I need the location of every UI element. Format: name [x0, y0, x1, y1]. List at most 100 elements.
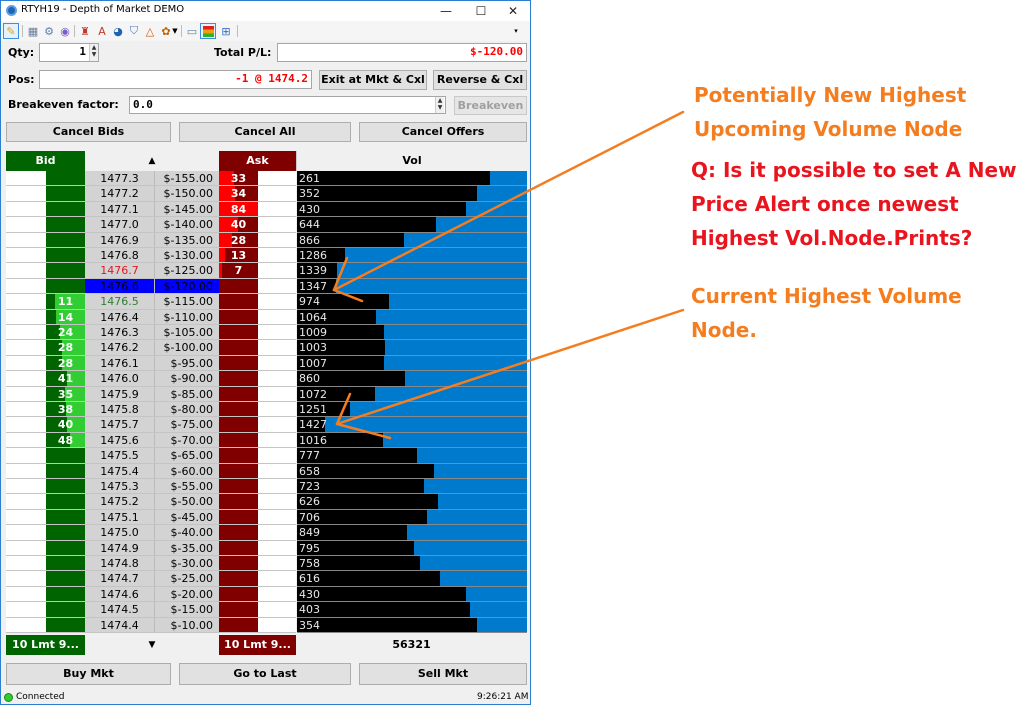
- my-ask-cell[interactable]: [258, 479, 296, 495]
- my-bid-cell[interactable]: [6, 479, 46, 495]
- my-ask-cell[interactable]: [258, 371, 296, 387]
- my-ask-cell[interactable]: [258, 540, 296, 556]
- ask-size-cell[interactable]: [219, 432, 258, 449]
- my-bid-cell[interactable]: [6, 586, 46, 603]
- my-ask-cell[interactable]: [258, 186, 296, 202]
- scroll-down-button[interactable]: ▼: [85, 635, 219, 655]
- ask-size-cell[interactable]: [219, 417, 258, 433]
- eye-icon[interactable]: ◉: [57, 23, 73, 39]
- my-bid-cell[interactable]: [6, 340, 46, 356]
- bid-size-cell[interactable]: [46, 171, 85, 187]
- my-bid-cell[interactable]: [6, 417, 46, 433]
- my-ask-cell[interactable]: [258, 217, 296, 233]
- my-ask-cell[interactable]: [258, 294, 296, 310]
- price-cell[interactable]: 1474.6: [85, 586, 155, 603]
- my-ask-cell[interactable]: [258, 494, 296, 510]
- bid-size-cell[interactable]: [46, 540, 85, 556]
- price-cell[interactable]: 1475.4: [85, 463, 155, 479]
- my-ask-cell[interactable]: [258, 525, 296, 541]
- price-cell[interactable]: 1474.4: [85, 617, 155, 633]
- ask-size-cell[interactable]: [219, 479, 258, 495]
- price-cell[interactable]: 1476.5: [85, 294, 155, 310]
- sell-mkt-button[interactable]: Sell Mkt: [359, 663, 527, 685]
- my-bid-cell[interactable]: [6, 494, 46, 510]
- price-cell[interactable]: 1477.3: [85, 171, 155, 187]
- triangle-icon[interactable]: △: [142, 23, 158, 39]
- bid-header[interactable]: Bid: [6, 151, 85, 171]
- bid-size-cell[interactable]: [46, 232, 85, 248]
- price-cell[interactable]: 1477.0: [85, 217, 155, 233]
- picture-icon[interactable]: ▭: [184, 23, 200, 39]
- price-cell[interactable]: 1475.1: [85, 509, 155, 526]
- price-cell[interactable]: 1476.0: [85, 371, 155, 387]
- my-ask-cell[interactable]: [258, 278, 296, 295]
- price-cell[interactable]: 1474.7: [85, 571, 155, 587]
- my-ask-cell[interactable]: [258, 463, 296, 479]
- scroll-up-button[interactable]: ▲: [85, 151, 219, 171]
- my-bid-cell[interactable]: [6, 325, 46, 341]
- breakeven-button[interactable]: Breakeven: [454, 96, 527, 115]
- reverse-button[interactable]: Reverse & Cxl: [433, 70, 527, 90]
- my-bid-cell[interactable]: [6, 540, 46, 556]
- price-cell[interactable]: 1475.5: [85, 448, 155, 464]
- ask-size-cell[interactable]: 34: [219, 186, 258, 202]
- bid-order-summary[interactable]: 10 Lmt 9...: [6, 635, 85, 655]
- ask-size-cell[interactable]: [219, 571, 258, 587]
- bid-size-cell[interactable]: [46, 463, 85, 479]
- my-bid-cell[interactable]: [6, 217, 46, 233]
- bid-size-cell[interactable]: [46, 602, 85, 618]
- my-ask-cell[interactable]: [258, 355, 296, 372]
- ask-size-cell[interactable]: 7: [219, 263, 258, 279]
- bid-size-cell[interactable]: 24: [46, 325, 85, 341]
- exit-at-mkt-button[interactable]: Exit at Mkt & Cxl: [319, 70, 427, 90]
- my-bid-cell[interactable]: [6, 232, 46, 248]
- bid-size-cell[interactable]: 11: [46, 294, 85, 310]
- resize-grip-icon[interactable]: ⋰: [522, 693, 529, 701]
- bid-size-cell[interactable]: [46, 556, 85, 572]
- ask-size-cell[interactable]: [219, 402, 258, 418]
- my-bid-cell[interactable]: [6, 263, 46, 279]
- my-bid-cell[interactable]: [6, 509, 46, 526]
- my-bid-cell[interactable]: [6, 248, 46, 264]
- my-ask-cell[interactable]: [258, 617, 296, 633]
- go-to-last-button[interactable]: Go to Last: [179, 663, 351, 685]
- bid-size-cell[interactable]: 28: [46, 340, 85, 356]
- maximize-button[interactable]: ☐: [464, 1, 498, 21]
- price-cell[interactable]: 1474.8: [85, 556, 155, 572]
- my-bid-cell[interactable]: [6, 402, 46, 418]
- ask-size-cell[interactable]: [219, 278, 258, 295]
- my-ask-cell[interactable]: [258, 386, 296, 402]
- my-bid-cell[interactable]: [6, 294, 46, 310]
- my-ask-cell[interactable]: [258, 432, 296, 449]
- my-bid-cell[interactable]: [6, 432, 46, 449]
- my-bid-cell[interactable]: [6, 448, 46, 464]
- price-cell[interactable]: 1475.8: [85, 402, 155, 418]
- close-button[interactable]: ✕: [496, 1, 530, 21]
- ask-size-cell[interactable]: [219, 448, 258, 464]
- ask-size-cell[interactable]: [219, 509, 258, 526]
- my-ask-cell[interactable]: [258, 171, 296, 187]
- bid-size-cell[interactable]: [46, 278, 85, 295]
- my-bid-cell[interactable]: [6, 602, 46, 618]
- qty-spinner[interactable]: ▲ ▼: [89, 44, 98, 61]
- ask-size-cell[interactable]: [219, 355, 258, 372]
- ask-size-cell[interactable]: [219, 463, 258, 479]
- price-cell[interactable]: 1476.8: [85, 248, 155, 264]
- my-bid-cell[interactable]: [6, 617, 46, 633]
- price-cell[interactable]: 1476.1: [85, 355, 155, 372]
- my-bid-cell[interactable]: [6, 525, 46, 541]
- my-bid-cell[interactable]: [6, 186, 46, 202]
- my-bid-cell[interactable]: [6, 309, 46, 325]
- my-ask-cell[interactable]: [258, 602, 296, 618]
- ask-size-cell[interactable]: 84: [219, 201, 258, 218]
- ask-size-cell[interactable]: [219, 540, 258, 556]
- price-cell[interactable]: 1475.9: [85, 386, 155, 402]
- bid-size-cell[interactable]: 40: [46, 417, 85, 433]
- my-ask-cell[interactable]: [258, 448, 296, 464]
- dropdown-arrow-icon[interactable]: ▼: [171, 23, 179, 39]
- bid-size-cell[interactable]: [46, 525, 85, 541]
- price-cell[interactable]: 1476.2: [85, 340, 155, 356]
- vol-header[interactable]: Vol: [296, 151, 527, 171]
- bid-size-cell[interactable]: 14: [46, 309, 85, 325]
- ask-size-cell[interactable]: [219, 340, 258, 356]
